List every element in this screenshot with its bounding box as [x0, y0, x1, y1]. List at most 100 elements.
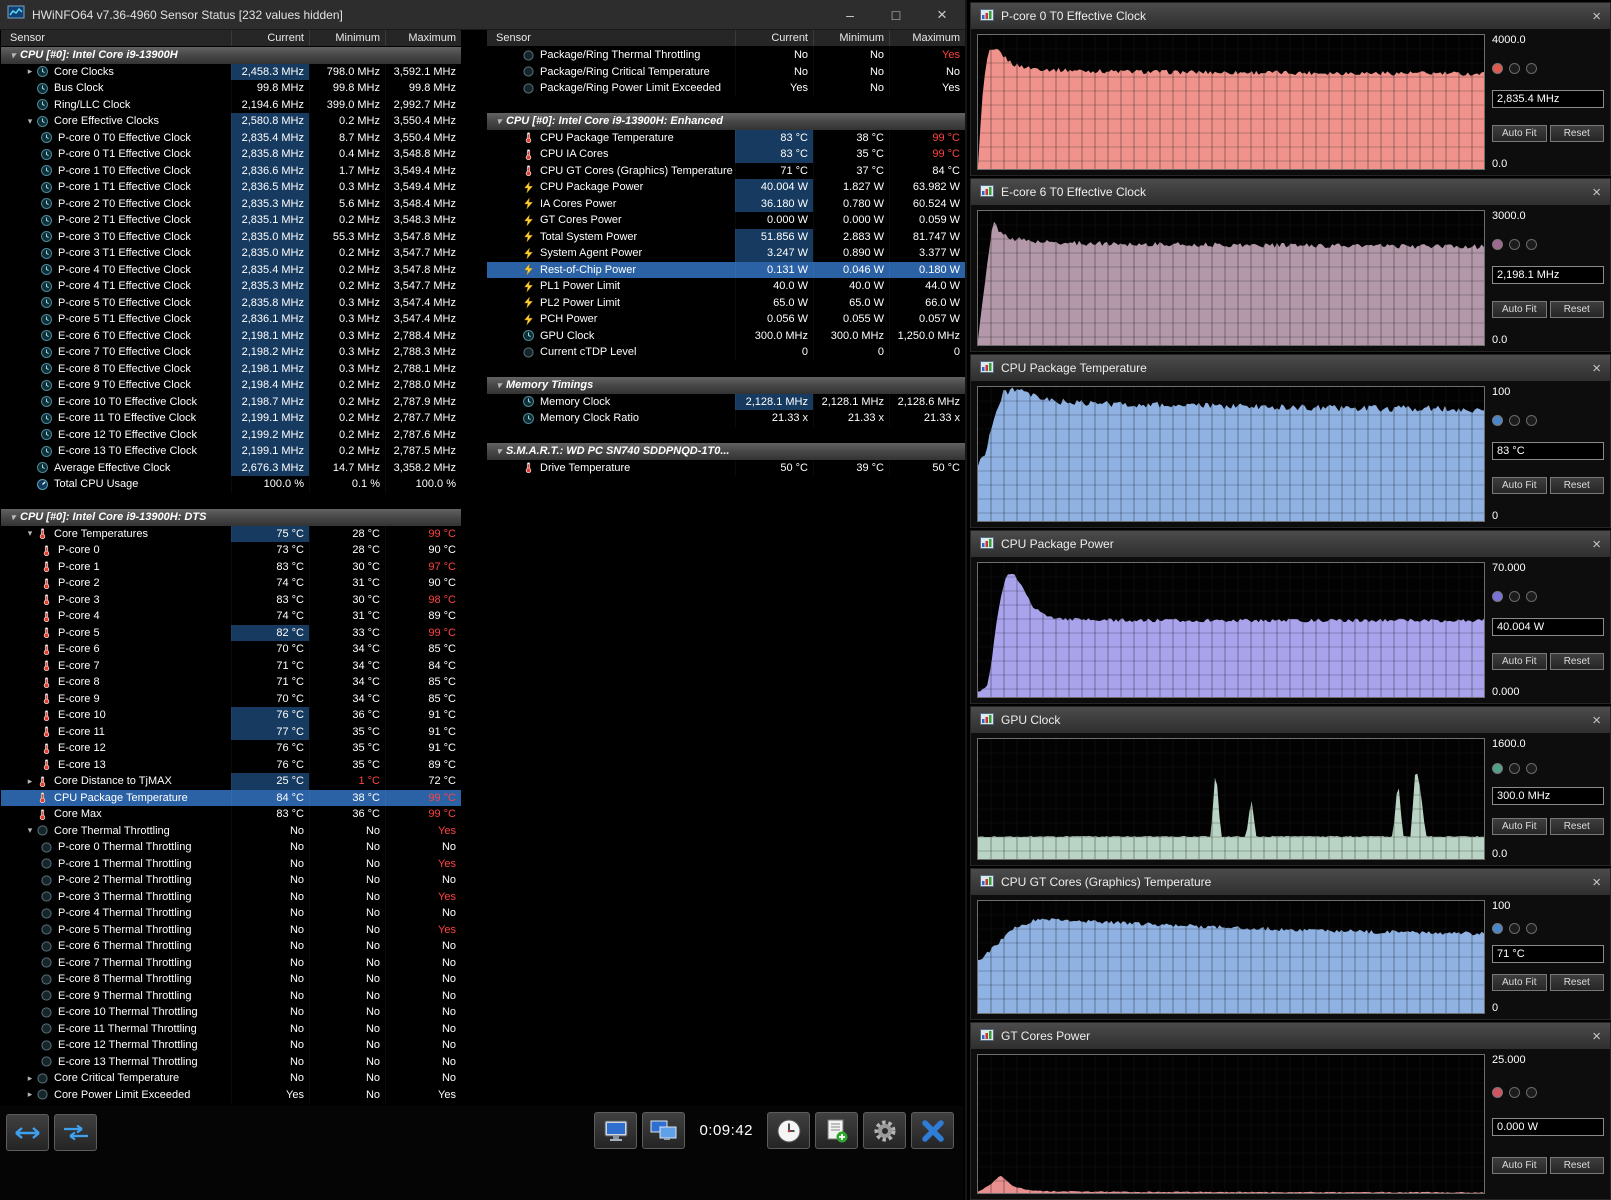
column-maximum[interactable]: Maximum	[889, 30, 965, 46]
sensor-row[interactable]: Core Max83 °C36 °C99 °C	[1, 806, 461, 823]
color-dot[interactable]	[1526, 63, 1537, 74]
sensor-row[interactable]: P-core 5 T0 Effective Clock2,835.8 MHz0.…	[1, 295, 461, 312]
sensor-row[interactable]: P-core 5 Thermal ThrottlingNoNoYes	[1, 922, 461, 939]
graph-titlebar[interactable]: P-core 0 T0 Effective Clock×	[971, 3, 1610, 29]
sensor-row[interactable]: E-core 10 T0 Effective Clock2,198.7 MHz0…	[1, 394, 461, 411]
sensor-row[interactable]: E-core 6 Thermal ThrottlingNoNoNo	[1, 938, 461, 955]
sensor-row[interactable]: ▸Core Clocks2,458.3 MHz798.0 MHz3,592.1 …	[1, 64, 461, 81]
color-dot[interactable]	[1526, 763, 1537, 774]
reset-button[interactable]: Reset	[1550, 477, 1605, 494]
series-color-dot[interactable]	[1492, 1087, 1503, 1098]
sensor-row[interactable]: Current cTDP Level000	[487, 344, 965, 361]
auto-fit-button[interactable]: Auto Fit	[1492, 818, 1547, 835]
sensor-row[interactable]: CPU Package Temperature84 °C38 °C99 °C	[1, 790, 461, 807]
expander-icon[interactable]: ▸	[23, 1089, 37, 1100]
sensor-row[interactable]: Rest-of-Chip Power0.131 W0.046 W0.180 W	[487, 262, 965, 279]
graph-titlebar[interactable]: E-core 6 T0 Effective Clock×	[971, 179, 1610, 205]
column-maximum[interactable]: Maximum	[385, 30, 461, 46]
sensor-row[interactable]: Ring/LLC Clock2,194.6 MHz399.0 MHz2,992.…	[1, 97, 461, 114]
sensor-row[interactable]: Total CPU Usage100.0 %0.1 %100.0 %	[1, 476, 461, 493]
sensor-row[interactable]: P-core 0 T1 Effective Clock2,835.8 MHz0.…	[1, 146, 461, 163]
color-dot[interactable]	[1509, 415, 1520, 426]
series-color-dot[interactable]	[1492, 591, 1503, 602]
section-header-row[interactable]: ▾Memory Timings	[487, 377, 965, 394]
sensor-row[interactable]: P-core 4 T0 Effective Clock2,835.4 MHz0.…	[1, 262, 461, 279]
graph-titlebar[interactable]: GT Cores Power×	[971, 1023, 1610, 1049]
sensor-row[interactable]: P-core 0 T0 Effective Clock2,835.4 MHz8.…	[1, 130, 461, 147]
remote-monitoring-button[interactable]	[594, 1112, 637, 1149]
sensor-row[interactable]: Package/Ring Power Limit ExceededYesNoYe…	[487, 80, 965, 97]
sensor-row[interactable]: E-core 9 Thermal ThrottlingNoNoNo	[1, 988, 461, 1005]
swap-columns-button[interactable]	[54, 1114, 97, 1151]
sensor-row[interactable]: ▾Core Thermal ThrottlingNoNoYes	[1, 823, 461, 840]
close-icon[interactable]: ×	[1592, 713, 1601, 728]
sensor-row[interactable]: CPU IA Cores83 °C35 °C99 °C	[487, 146, 965, 163]
expander-icon[interactable]: ▾	[492, 380, 506, 391]
sensor-row[interactable]: P-core 2 Thermal ThrottlingNoNoNo	[1, 872, 461, 889]
section-header-row[interactable]: ▾CPU [#0]: Intel Core i9-13900H: DTS	[1, 509, 461, 526]
color-dot[interactable]	[1509, 239, 1520, 250]
sensor-row[interactable]: P-core 5 T1 Effective Clock2,836.1 MHz0.…	[1, 311, 461, 328]
report-button[interactable]	[815, 1112, 858, 1149]
sensor-row[interactable]: E-core 1177 °C35 °C91 °C	[1, 724, 461, 741]
sensor-row[interactable]: P-core 4 T1 Effective Clock2,835.3 MHz0.…	[1, 278, 461, 295]
auto-fit-button[interactable]: Auto Fit	[1492, 125, 1547, 142]
sensor-row[interactable]: E-core 11 Thermal ThrottlingNoNoNo	[1, 1021, 461, 1038]
color-dot[interactable]	[1526, 239, 1537, 250]
sensor-row[interactable]: GPU Clock300.0 MHz300.0 MHz1,250.0 MHz	[487, 328, 965, 345]
maximize-button[interactable]: □	[873, 0, 919, 29]
auto-fit-button[interactable]: Auto Fit	[1492, 974, 1547, 991]
color-dot[interactable]	[1509, 591, 1520, 602]
expander-icon[interactable]: ▾	[6, 50, 20, 61]
sensor-row[interactable]: Memory Clock Ratio21.33 x21.33 x21.33 x	[487, 410, 965, 427]
sensor-row[interactable]: Package/Ring Thermal ThrottlingNoNoYes	[487, 47, 965, 64]
sensor-row[interactable]: Average Effective Clock2,676.3 MHz14.7 M…	[1, 460, 461, 477]
expander-icon[interactable]: ▸	[23, 1073, 37, 1084]
sensor-row[interactable]: ▸Core Power Limit ExceededYesNoYes	[1, 1087, 461, 1104]
sensor-row[interactable]: E-core 6 T0 Effective Clock2,198.1 MHz0.…	[1, 328, 461, 345]
sensor-row[interactable]: Drive Temperature50 °C39 °C50 °C	[487, 460, 965, 477]
close-icon[interactable]: ×	[1592, 875, 1601, 890]
sensor-row[interactable]: E-core 7 Thermal ThrottlingNoNoNo	[1, 955, 461, 972]
sensor-row[interactable]: P-core 474 °C31 °C89 °C	[1, 608, 461, 625]
sensor-row[interactable]: E-core 8 T0 Effective Clock2,198.1 MHz0.…	[1, 361, 461, 378]
reset-button[interactable]: Reset	[1550, 974, 1605, 991]
sensor-row[interactable]: P-core 073 °C28 °C90 °C	[1, 542, 461, 559]
section-header-row[interactable]: ▾CPU [#0]: Intel Core i9-13900H: Enhance…	[487, 113, 965, 130]
expander-icon[interactable]: ▾	[6, 512, 20, 523]
sensor-row[interactable]: E-core 670 °C34 °C85 °C	[1, 641, 461, 658]
sensor-row[interactable]: P-core 1 T1 Effective Clock2,836.5 MHz0.…	[1, 179, 461, 196]
sensor-row[interactable]: P-core 1 T0 Effective Clock2,836.6 MHz1.…	[1, 163, 461, 180]
sensor-row[interactable]: E-core 7 T0 Effective Clock2,198.2 MHz0.…	[1, 344, 461, 361]
graph-titlebar[interactable]: GPU Clock×	[971, 707, 1610, 733]
color-dot[interactable]	[1526, 415, 1537, 426]
sensor-row[interactable]: P-core 3 T0 Effective Clock2,835.0 MHz55…	[1, 229, 461, 246]
sensor-row[interactable]: P-core 582 °C33 °C99 °C	[1, 625, 461, 642]
close-icon[interactable]: ×	[1592, 361, 1601, 376]
series-color-dot[interactable]	[1492, 763, 1503, 774]
sensor-row[interactable]: ▸Core Critical TemperatureNoNoNo	[1, 1070, 461, 1087]
prev-next-sensor-button[interactable]	[6, 1114, 49, 1151]
reset-button[interactable]: Reset	[1550, 125, 1605, 142]
expander-icon[interactable]: ▾	[492, 446, 506, 457]
reset-button[interactable]: Reset	[1550, 818, 1605, 835]
color-dot[interactable]	[1526, 591, 1537, 602]
sensor-row[interactable]: CPU Package Temperature83 °C38 °C99 °C	[487, 130, 965, 147]
sensor-row[interactable]: P-core 183 °C30 °C97 °C	[1, 559, 461, 576]
expander-icon[interactable]: ▾	[23, 116, 37, 127]
series-color-dot[interactable]	[1492, 923, 1503, 934]
window-titlebar[interactable]: HWiNFO64 v7.36-4960 Sensor Status [232 v…	[0, 0, 965, 30]
column-minimum[interactable]: Minimum	[813, 30, 889, 46]
series-color-dot[interactable]	[1492, 415, 1503, 426]
sensor-row[interactable]: P-core 2 T1 Effective Clock2,835.1 MHz0.…	[1, 212, 461, 229]
close-icon[interactable]: ×	[1592, 185, 1601, 200]
sensor-row[interactable]: System Agent Power3.247 W0.890 W3.377 W	[487, 245, 965, 262]
column-current[interactable]: Current	[735, 30, 813, 46]
color-dot[interactable]	[1509, 1087, 1520, 1098]
sensor-row[interactable]: ▾Core Temperatures75 °C28 °C99 °C	[1, 526, 461, 543]
sensor-row[interactable]: ▸Core Distance to TjMAX25 °C1 °C72 °C	[1, 773, 461, 790]
color-dot[interactable]	[1509, 763, 1520, 774]
series-color-dot[interactable]	[1492, 239, 1503, 250]
sensor-row[interactable]: IA Cores Power36.180 W0.780 W60.524 W	[487, 196, 965, 213]
sensor-row[interactable]: P-core 0 Thermal ThrottlingNoNoNo	[1, 839, 461, 856]
